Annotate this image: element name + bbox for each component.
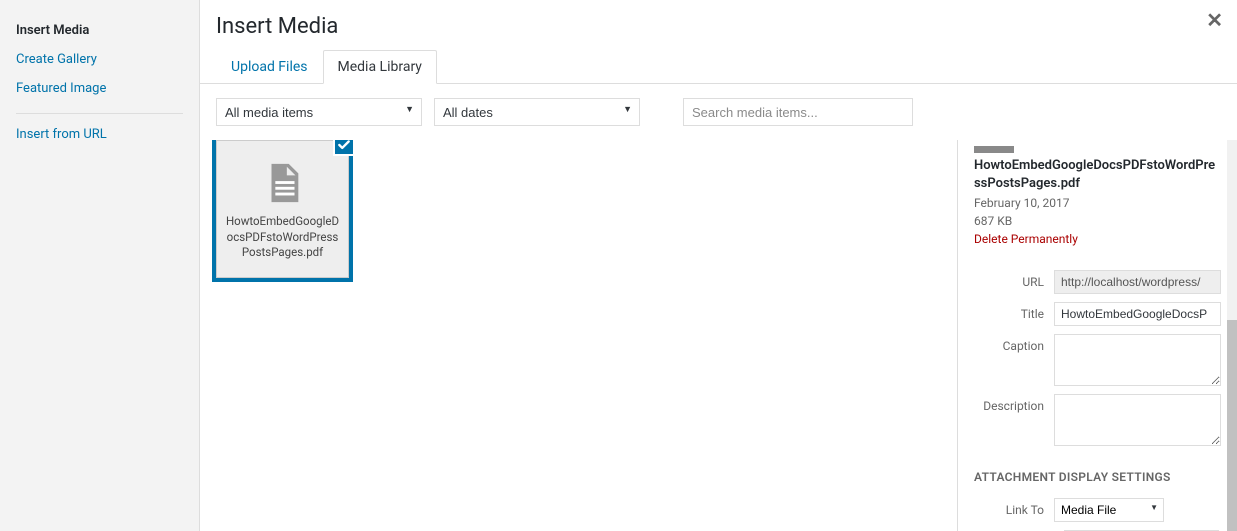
sidebar-item-insert-media[interactable]: Insert Media: [16, 16, 183, 45]
tab-upload-files[interactable]: Upload Files: [216, 50, 323, 84]
description-field[interactable]: [1054, 394, 1221, 446]
scrollbar-thumb[interactable]: [1227, 320, 1237, 531]
search-input[interactable]: [683, 98, 913, 126]
tab-media-library[interactable]: Media Library: [323, 50, 437, 84]
close-icon[interactable]: ✕: [1206, 10, 1223, 30]
title-field[interactable]: [1054, 302, 1221, 326]
title-label: Title: [974, 302, 1054, 321]
caption-label: Caption: [974, 334, 1054, 353]
filter-type-select[interactable]: All media items: [216, 98, 422, 126]
detail-date: February 10, 2017: [974, 194, 1221, 212]
linkto-select[interactable]: Media File: [1054, 498, 1164, 522]
filter-date-select[interactable]: All dates: [434, 98, 640, 126]
attachment-details: HowtoEmbedGoogleDocsPDFstoWordPressPosts…: [957, 140, 1237, 531]
detail-preview-bar: [974, 146, 1014, 153]
description-label: Description: [974, 394, 1054, 413]
document-icon: [260, 160, 306, 206]
detail-filename: HowtoEmbedGoogleDocsPDFstoWordPressPosts…: [974, 157, 1221, 192]
sidebar-item-featured-image[interactable]: Featured Image: [16, 74, 183, 103]
media-library-grid: HowtoEmbedGoogleDocsPDFstoWordPressPosts…: [200, 140, 957, 531]
linkto-label: Link To: [974, 498, 1054, 517]
sidebar-item-create-gallery[interactable]: Create Gallery: [16, 45, 183, 74]
url-label: URL: [974, 270, 1054, 289]
main-panel: ✕ Insert Media Upload Files Media Librar…: [200, 0, 1237, 531]
scrollbar[interactable]: [1227, 140, 1237, 531]
media-toolbar: All media items All dates: [200, 84, 1237, 140]
url-field[interactable]: [1054, 270, 1221, 294]
sidebar-divider: [16, 113, 183, 114]
sidebar-item-insert-from-url[interactable]: Insert from URL: [16, 120, 183, 149]
caption-field[interactable]: [1054, 334, 1221, 386]
selected-check-icon[interactable]: [333, 140, 355, 156]
display-settings-heading: ATTACHMENT DISPLAY SETTINGS: [974, 470, 1221, 484]
tabs: Upload Files Media Library: [200, 50, 1237, 84]
delete-permanently-link[interactable]: Delete Permanently: [974, 232, 1078, 246]
thumbnail-filename: HowtoEmbedGoogleDocsPDFstoWordPressPosts…: [221, 214, 344, 265]
attachment-thumbnail[interactable]: HowtoEmbedGoogleDocsPDFstoWordPressPosts…: [216, 140, 349, 278]
detail-size: 687 KB: [974, 212, 1221, 230]
media-sidebar: Insert Media Create Gallery Featured Ima…: [0, 0, 200, 531]
page-title: Insert Media: [216, 14, 1221, 40]
